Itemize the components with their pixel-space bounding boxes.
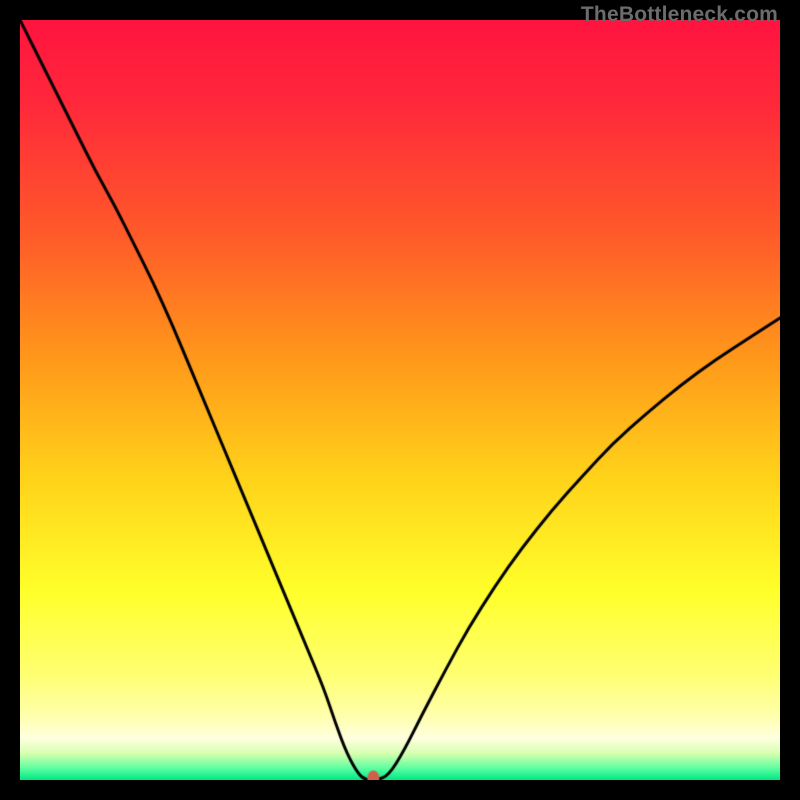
bottleneck-curve — [20, 20, 780, 780]
chart-stage: TheBottleneck.com — [0, 0, 800, 800]
watermark-text: TheBottleneck.com — [581, 3, 778, 27]
plot-area — [20, 20, 780, 780]
